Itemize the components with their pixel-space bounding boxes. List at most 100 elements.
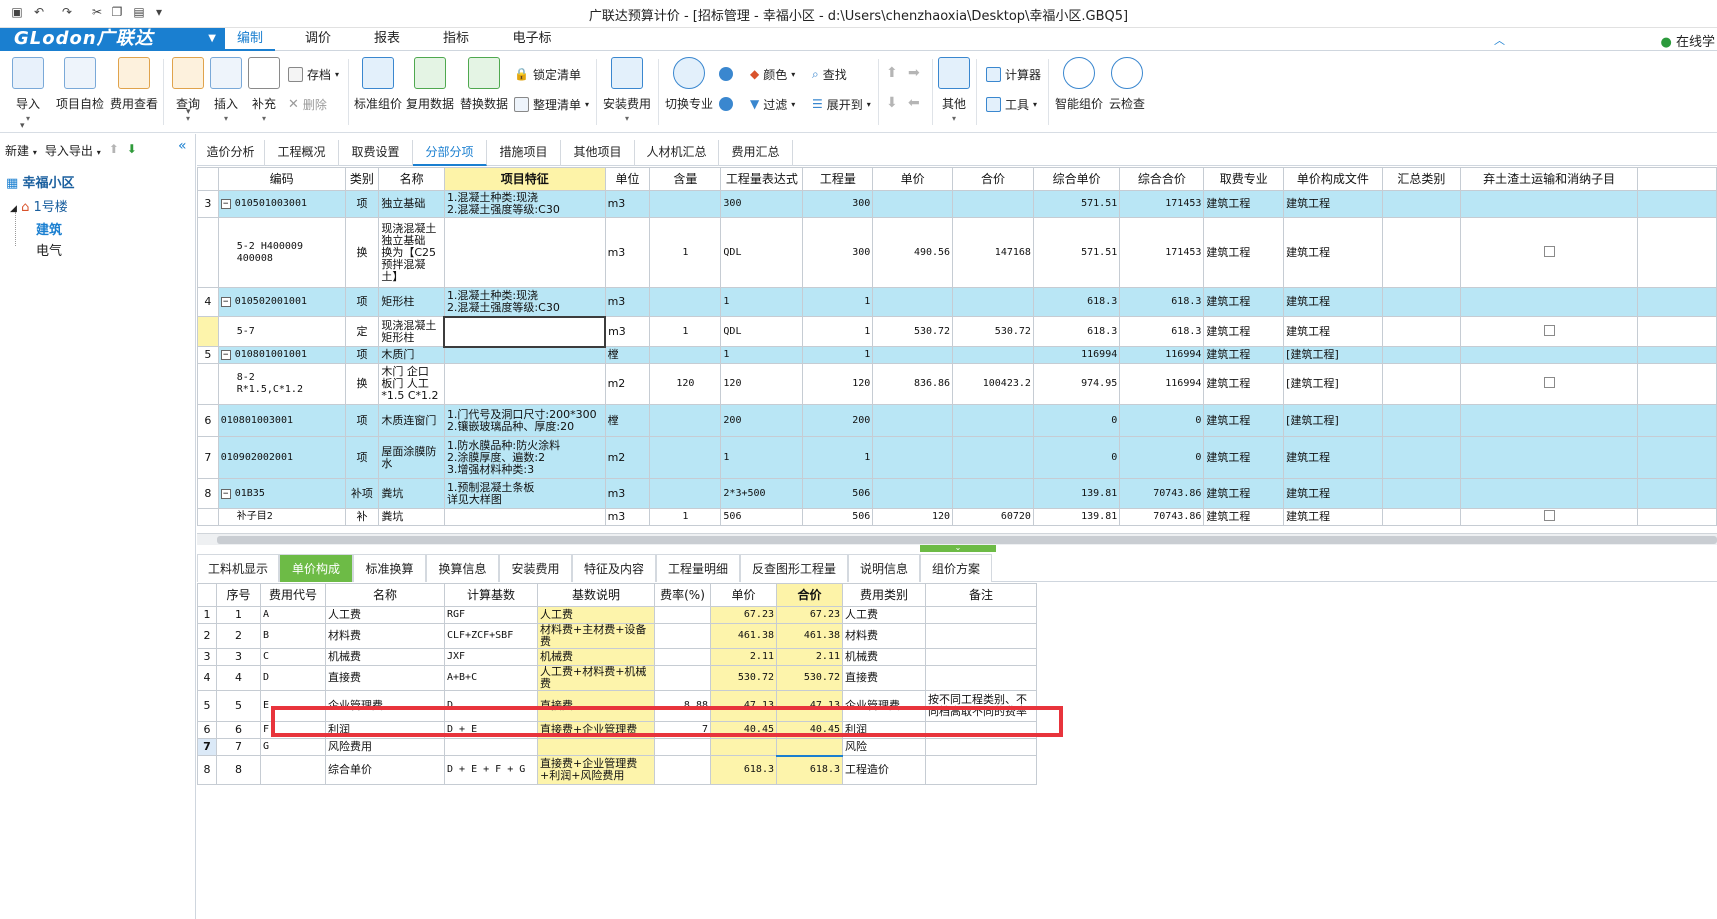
cell-price-file[interactable]: 建筑工程 <box>1283 436 1383 479</box>
table-row[interactable]: 8−01B35 补项 粪坑 1.预制混凝土条板 详见大样图 m3 2*3+500 506 13… <box>197 478 1717 509</box>
row-number[interactable] <box>197 363 219 405</box>
cell-composite-price[interactable]: 139.81 <box>1032 508 1121 526</box>
cell-waste-transport[interactable] <box>1460 478 1639 509</box>
tab-e-bid[interactable]: 电子标 <box>500 28 564 51</box>
tab-fee-summary[interactable]: 费用汇总 <box>719 140 793 166</box>
cell-extra[interactable] <box>1637 436 1717 479</box>
collapse-toggle-icon[interactable]: − <box>220 350 231 360</box>
header-waste-transport[interactable]: 弃土渣土运输和消纳子目 <box>1460 167 1639 191</box>
arrow-up-icon[interactable]: ⬆ <box>109 142 119 159</box>
cell-feature[interactable]: 1.混凝土种类:现浇 2.混凝土强度等级:C30 <box>443 287 606 317</box>
delete-button[interactable]: ✕ 删除 <box>288 95 327 113</box>
cell-unit[interactable]: m3 <box>604 508 651 526</box>
tab-unit-price-composition[interactable]: 单价构成 <box>279 554 353 582</box>
tab-pricing-plan[interactable]: 组价方案 <box>920 554 992 582</box>
cell-summary-cat[interactable] <box>1381 346 1462 364</box>
cell-base-desc[interactable]: 材料费+主材费+设备费 <box>537 623 655 649</box>
header-price-file[interactable]: 单价构成文件 <box>1283 167 1383 191</box>
cell-price-file[interactable]: [建筑工程] <box>1283 404 1383 437</box>
cell-waste-transport[interactable] <box>1460 346 1639 364</box>
cell-composite-price[interactable]: 571.51 <box>1032 217 1121 288</box>
cell-note[interactable] <box>925 648 1037 666</box>
row-number[interactable]: 1 <box>197 606 217 624</box>
cell-seq[interactable]: 5 <box>216 690 261 722</box>
table-row[interactable]: 3−010501003001 项独立基础 1.混凝土种类:现浇 2.混凝土强度等级:… <box>197 190 1717 218</box>
cell-content[interactable] <box>649 404 722 437</box>
cell-qty[interactable]: 506 <box>802 478 874 509</box>
cell-price[interactable] <box>872 190 954 218</box>
cell-price-file[interactable]: [建筑工程] <box>1283 346 1383 364</box>
collapse-toggle-icon[interactable]: − <box>220 199 231 209</box>
cell-unit-price[interactable] <box>710 738 777 756</box>
cell-type[interactable]: 换 <box>344 217 380 288</box>
header-total[interactable]: 合价 <box>952 167 1034 191</box>
cell-name[interactable]: 矩形柱 <box>378 287 445 317</box>
ribbon-group-chevron-icon[interactable]: ▾ <box>20 121 25 131</box>
cell-calc-base[interactable]: A+B+C <box>444 665 538 691</box>
cell-name[interactable]: 木质门 <box>378 346 445 364</box>
cell-qty-expr[interactable]: QDL <box>720 316 804 347</box>
header-unit-price[interactable]: 单价 <box>710 583 777 607</box>
tree-building[interactable]: ◢ ⌂ 1号楼 <box>10 196 68 215</box>
cell-price-file[interactable]: 建筑工程 <box>1283 190 1383 218</box>
cell-unit[interactable]: m3 <box>604 316 651 347</box>
cell-feature[interactable]: 1.混凝土种类:现浇 2.混凝土强度等级:C30 <box>443 190 606 218</box>
cell-extra[interactable] <box>1637 316 1717 347</box>
header-calc-base[interactable]: 计算基数 <box>444 583 538 607</box>
table-row[interactable]: 2 2 B 材料费 CLF+ZCF+SBF 材料费+主材费+设备费 461.38 461.38… <box>197 623 1037 649</box>
row-number[interactable]: 7 <box>197 738 217 756</box>
cell-code[interactable]: 8-2 R*1.5,C*1.2 <box>217 363 346 405</box>
cell-code[interactable]: 5-2 H400009 400008 <box>217 217 346 288</box>
cell-summary-cat[interactable] <box>1381 363 1462 405</box>
cell-code[interactable]: 5-7 <box>217 316 346 347</box>
cell-waste-transport[interactable] <box>1460 190 1639 218</box>
cell-fee-code[interactable]: G <box>260 738 326 756</box>
cell-fee-specialty[interactable]: 建筑工程 <box>1203 404 1285 437</box>
collapse-toggle-icon[interactable]: − <box>220 297 231 307</box>
header-composite-price[interactable]: 综合单价 <box>1032 167 1121 191</box>
ribbon-group-chevron-icon[interactable]: ▾ <box>186 107 191 117</box>
cell-composite-price[interactable]: 139.81 <box>1032 478 1121 509</box>
row-number[interactable]: 6 <box>197 721 217 739</box>
cell-type[interactable]: 项 <box>344 404 380 437</box>
table-row[interactable]: 8-2 R*1.5,C*1.2 换木门 企口 板门 人工 *1.5 C*1.2 m2… <box>197 363 1717 405</box>
header-fee-category[interactable]: 费用类别 <box>842 583 926 607</box>
cell-fee-specialty[interactable]: 建筑工程 <box>1203 346 1285 364</box>
cell-composite-total[interactable]: 171453 <box>1119 190 1205 218</box>
cell-code[interactable]: −01B35 <box>217 478 346 509</box>
header-price[interactable]: 单价 <box>872 167 954 191</box>
import-button[interactable]: 导入 ▾ <box>0 57 56 123</box>
settings-round-icon[interactable] <box>719 67 733 81</box>
header-type[interactable]: 类别 <box>344 167 380 191</box>
lock-list-button[interactable]: 🔒 锁定清单 <box>514 65 581 83</box>
tab-other-items[interactable]: 其他项目 <box>561 140 635 166</box>
color-button[interactable]: ◆ 颜色 ▾ <box>750 65 795 83</box>
organize-list-button[interactable]: 整理清单 ▾ <box>514 95 589 113</box>
cell-base-desc[interactable]: 机械费 <box>537 648 655 666</box>
cell-unit-price[interactable]: 530.72 <box>710 665 777 691</box>
move-down-icon[interactable]: ⬇ <box>886 95 898 111</box>
cell-fee-code[interactable]: D <box>260 665 326 691</box>
cell-composite-price[interactable]: 0 <box>1032 436 1121 479</box>
cell-price-file[interactable]: 建筑工程 <box>1283 508 1383 526</box>
cell-waste-transport[interactable] <box>1460 436 1639 479</box>
tab-qty-detail[interactable]: 工程量明细 <box>656 554 740 582</box>
cell-waste-transport[interactable] <box>1460 508 1639 526</box>
cell-composite-price[interactable]: 116994 <box>1032 346 1121 364</box>
cell-base-desc[interactable] <box>537 738 655 756</box>
cell-qty-expr[interactable]: QDL <box>720 217 804 288</box>
cell-qty[interactable]: 300 <box>802 190 874 218</box>
cell-qty[interactable]: 1 <box>802 316 874 347</box>
cell-waste-transport[interactable] <box>1460 404 1639 437</box>
cell-summary-cat[interactable] <box>1381 316 1462 347</box>
row-number[interactable]: 4 <box>197 287 219 317</box>
table-row[interactable]: 4−010502001001 项矩形柱 1.混凝土种类:现浇 2.混凝土强度等级:C… <box>197 287 1717 317</box>
cell-rate[interactable] <box>654 623 711 649</box>
table-row[interactable]: 3 3 C 机械费 JXF 机械费 2.11 2.11 机械费 <box>197 648 1037 666</box>
cell-summary-cat[interactable] <box>1381 478 1462 509</box>
cell-qty-expr[interactable]: 200 <box>720 404 804 437</box>
header-name[interactable]: 名称 <box>378 167 445 191</box>
header-content[interactable]: 含量 <box>649 167 722 191</box>
row-number[interactable]: 8 <box>197 478 219 509</box>
row-number[interactable]: 5 <box>197 346 219 364</box>
